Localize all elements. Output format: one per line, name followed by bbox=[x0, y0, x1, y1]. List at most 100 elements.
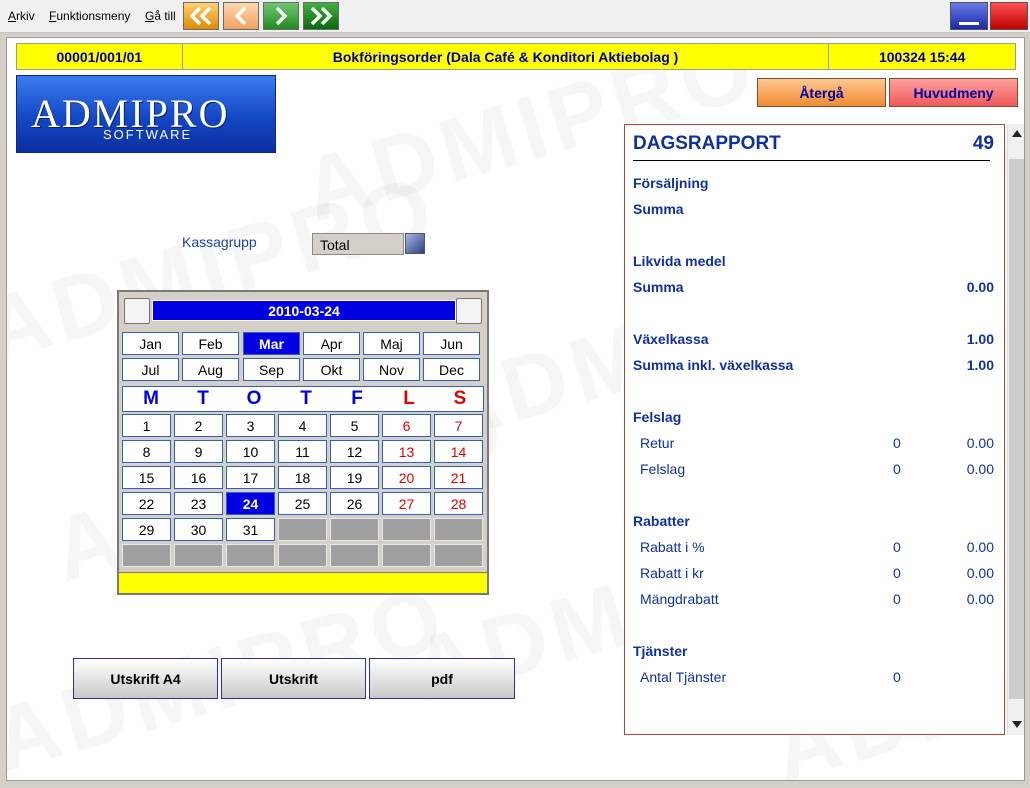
calendar-day[interactable]: 19 bbox=[330, 466, 379, 489]
calendar-day-empty bbox=[434, 544, 483, 567]
menu-funktionsmeny[interactable]: Funktionsmeny bbox=[49, 9, 130, 23]
calendar-day[interactable]: 10 bbox=[226, 440, 275, 463]
calendar-day[interactable]: 15 bbox=[122, 466, 171, 489]
kassagrupp-field[interactable]: Total bbox=[312, 233, 404, 255]
report-divider bbox=[633, 160, 990, 161]
calendar-day[interactable]: 9 bbox=[174, 440, 223, 463]
next-record-button[interactable] bbox=[263, 2, 299, 30]
calendar-day[interactable]: 3 bbox=[226, 414, 275, 437]
previous-record-button[interactable] bbox=[223, 2, 259, 30]
month-maj[interactable]: Maj bbox=[363, 332, 420, 355]
summa-incl-label: Summa inkl. växelkassa bbox=[633, 357, 794, 373]
back-button[interactable]: Återgå bbox=[757, 78, 886, 107]
double-chevron-left-icon bbox=[189, 6, 212, 26]
calendar-day[interactable]: 26 bbox=[330, 492, 379, 515]
calendar-day[interactable]: 25 bbox=[278, 492, 327, 515]
minimize-button[interactable] bbox=[950, 2, 988, 30]
report-title: DAGSRAPPORT bbox=[633, 133, 781, 154]
weekday-sun: S bbox=[453, 388, 467, 409]
tjanster-heading: Tjänster bbox=[633, 643, 688, 659]
calendar-day-empty bbox=[330, 518, 379, 541]
calendar-day[interactable]: 2 bbox=[174, 414, 223, 437]
last-record-button[interactable] bbox=[303, 2, 339, 30]
first-record-button[interactable] bbox=[183, 2, 219, 30]
main-panel: ADMIPRO ADMIPRO ADMIPRO ADMIPRO ADMIPRO … bbox=[6, 37, 1025, 781]
calendar-day-empty bbox=[434, 518, 483, 541]
calendar-day[interactable]: 1 bbox=[122, 414, 171, 437]
calendar-day[interactable]: 5 bbox=[330, 414, 379, 437]
calendar-day[interactable]: 12 bbox=[330, 440, 379, 463]
month-jul[interactable]: Jul bbox=[122, 358, 179, 381]
antal-tjanster-count: 0 bbox=[893, 669, 901, 685]
month-apr[interactable]: Apr bbox=[303, 332, 360, 355]
weekday-header: M T O T F L S bbox=[122, 386, 484, 412]
scroll-down-button[interactable] bbox=[1008, 716, 1024, 733]
month-jun[interactable]: Jun bbox=[423, 332, 480, 355]
calendar-day[interactable]: 8 bbox=[122, 440, 171, 463]
calendar-day[interactable]: 30 bbox=[174, 518, 223, 541]
calendar-day[interactable]: 11 bbox=[278, 440, 327, 463]
menu-arkiv[interactable]: Arkiv bbox=[8, 9, 35, 23]
month-okt[interactable]: Okt bbox=[303, 358, 360, 381]
calendar-day[interactable]: 17 bbox=[226, 466, 275, 489]
calendar-day-empty bbox=[330, 544, 379, 567]
calendar-day[interactable]: 31 bbox=[226, 518, 275, 541]
calendar-day[interactable]: 23 bbox=[174, 492, 223, 515]
scroll-up-button[interactable] bbox=[1008, 125, 1024, 142]
calendar-day[interactable]: 18 bbox=[278, 466, 327, 489]
calendar-day[interactable]: 16 bbox=[174, 466, 223, 489]
calendar-day[interactable]: 21 bbox=[434, 466, 483, 489]
chevron-right-icon bbox=[275, 6, 288, 26]
month-mar[interactable]: Mar bbox=[243, 332, 300, 355]
calendar-date: 2010-03-24 bbox=[152, 300, 456, 321]
calendar-day-empty bbox=[278, 518, 327, 541]
calendar-day[interactable]: 4 bbox=[278, 414, 327, 437]
antal-tjanster-label: Antal Tjänster bbox=[640, 669, 727, 685]
retur-label: Retur bbox=[640, 435, 675, 451]
calendar-day[interactable]: 20 bbox=[382, 466, 431, 489]
month-aug[interactable]: Aug bbox=[182, 358, 239, 381]
calendar-day[interactable]: 29 bbox=[122, 518, 171, 541]
report-number: 49 bbox=[972, 133, 994, 154]
calendar-day[interactable]: 13 bbox=[382, 440, 431, 463]
admipro-logo: ADMIPRO SOFTWARE bbox=[16, 75, 276, 153]
calendar-prev-button[interactable] bbox=[124, 298, 150, 324]
mangdrabatt-amount: 0.00 bbox=[966, 591, 994, 607]
calendar-day[interactable]: 7 bbox=[434, 414, 483, 437]
calendar-next-button[interactable] bbox=[456, 298, 482, 324]
rabatt-procent-count: 0 bbox=[893, 539, 901, 555]
datetime: 100324 15:44 bbox=[878, 48, 966, 65]
calendar-day[interactable]: 6 bbox=[382, 414, 431, 437]
weekday-mon: M bbox=[143, 388, 159, 409]
month-dec[interactable]: Dec bbox=[423, 358, 480, 381]
menu-bar: Arkiv Funktionsmeny Gå till bbox=[0, 0, 1030, 33]
calendar-day[interactable]: 27 bbox=[382, 492, 431, 515]
month-jan[interactable]: Jan bbox=[122, 332, 179, 355]
daily-report: DAGSRAPPORT 49 Försäljning Summa Likvida… bbox=[624, 124, 1005, 735]
arrow-down-icon bbox=[1011, 721, 1022, 728]
report-scrollbar[interactable] bbox=[1007, 124, 1024, 735]
forsaljning-heading: Försäljning bbox=[633, 175, 709, 191]
calendar-day[interactable]: 22 bbox=[122, 492, 171, 515]
felslag-amount: 0.00 bbox=[966, 461, 994, 477]
calendar-day-empty bbox=[122, 544, 171, 567]
kassagrupp-select-button[interactable] bbox=[405, 233, 425, 254]
menu-ga-till[interactable]: Gå till bbox=[145, 9, 176, 23]
calendar-day-empty bbox=[382, 544, 431, 567]
month-nov[interactable]: Nov bbox=[363, 358, 420, 381]
rabatt-kr-label: Rabatt i kr bbox=[640, 565, 704, 581]
main-menu-button[interactable]: Huvudmeny bbox=[889, 78, 1018, 107]
month-feb[interactable]: Feb bbox=[182, 332, 239, 355]
double-chevron-right-icon bbox=[310, 6, 333, 26]
calendar-day[interactable]: 24 bbox=[226, 492, 275, 515]
month-sep[interactable]: Sep bbox=[243, 358, 300, 381]
calendar-day[interactable]: 28 bbox=[434, 492, 483, 515]
scroll-thumb[interactable] bbox=[1009, 159, 1024, 699]
pdf-button[interactable]: pdf bbox=[369, 658, 515, 699]
close-button[interactable] bbox=[990, 2, 1028, 30]
logo-sub-text: SOFTWARE bbox=[103, 127, 193, 142]
calendar-day[interactable]: 14 bbox=[434, 440, 483, 463]
calendar-day-empty bbox=[382, 518, 431, 541]
print-button[interactable]: Utskrift bbox=[221, 658, 366, 699]
print-a4-button[interactable]: Utskrift A4 bbox=[73, 658, 218, 699]
